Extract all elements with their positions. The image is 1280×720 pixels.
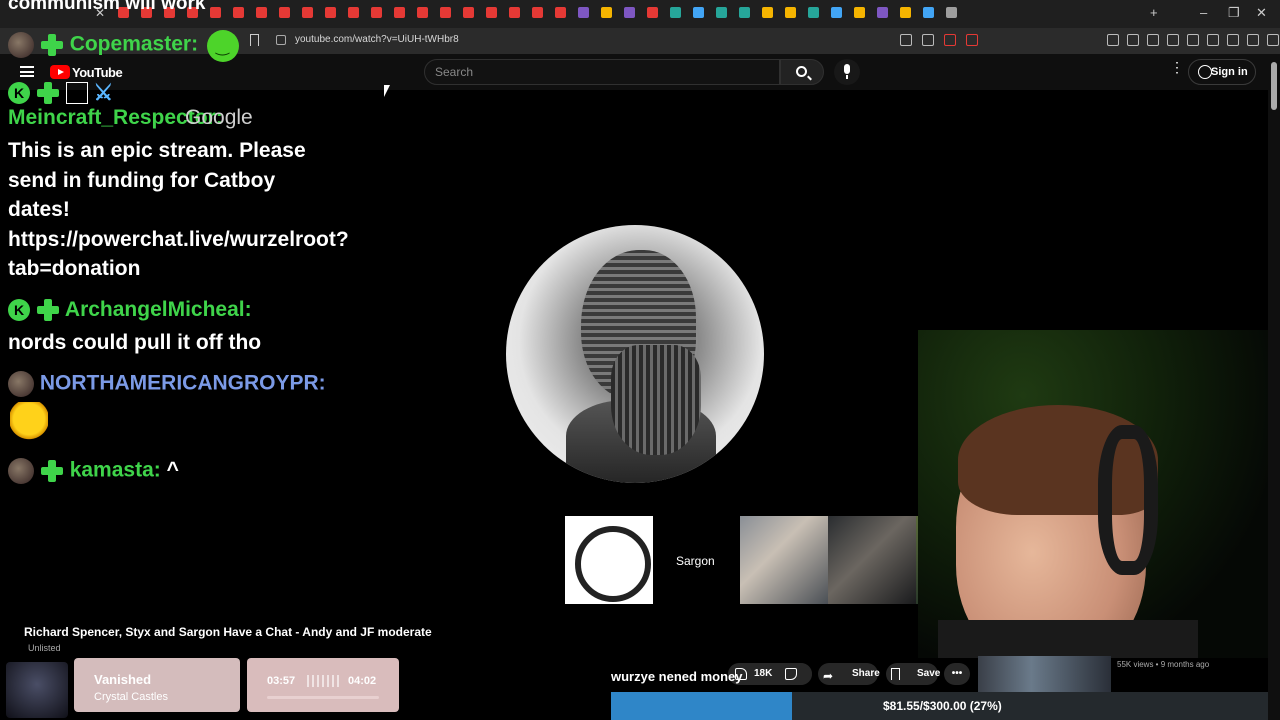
k-badge-icon: K (8, 299, 30, 322)
chat-username: NORTHAMERICANGROYPR: (39, 371, 326, 395)
youtube-header: YouTube ⋮ Sign in (0, 54, 1268, 90)
extension-icons[interactable] (1107, 34, 1280, 46)
song-title: Vanished (94, 672, 152, 687)
search-icon (796, 66, 807, 77)
new-tab-icon[interactable]: + (1150, 5, 1158, 20)
chat-message: K ArchangelMicheal: (8, 298, 252, 322)
chat-message-text: ^ (166, 458, 179, 482)
stream-title-overlay: communism will work (8, 0, 206, 14)
more-options-icon[interactable]: ⋮ (1170, 60, 1184, 74)
sign-in-button[interactable]: Sign in (1188, 59, 1256, 85)
participant-label: Sargon (676, 554, 715, 568)
video-views-meta: 55K views • 9 months ago (1117, 660, 1210, 669)
chat-badges: K ⚔ (8, 80, 113, 106)
chat-username: Copemaster: (69, 32, 199, 56)
broken-image-icon (65, 82, 88, 104)
sword-icon: ⚔ (93, 80, 114, 105)
k-badge-icon: K (8, 82, 30, 104)
plus-badge-icon (36, 81, 60, 105)
mouse-cursor-icon (384, 85, 396, 97)
search-button[interactable] (780, 59, 824, 85)
recommended-video-thumbnail[interactable] (978, 656, 1111, 692)
address-bar-actions[interactable] (900, 34, 978, 46)
plus-badge-icon (36, 298, 60, 322)
more-actions-button[interactable]: ••• (944, 663, 970, 685)
streamer-webcam (918, 330, 1268, 658)
chat-message-text: This is an epic stream. Please send in f… (8, 139, 349, 280)
page-scrollbar[interactable] (1268, 54, 1280, 720)
song-total-time: 04:02 (348, 675, 377, 687)
pinned-tab-icons[interactable] (118, 7, 957, 18)
equalizer-icon (307, 675, 339, 687)
video-title: Richard Spencer, Styx and Sargon Have a … (24, 625, 432, 639)
donation-goal-fill (611, 692, 792, 720)
close-window-icon[interactable]: ✕ (1256, 5, 1267, 21)
chat-message: NORTHAMERICANGROYPR: (8, 371, 326, 397)
maximize-icon[interactable]: ❐ (1228, 5, 1240, 21)
voice-search-button[interactable] (834, 59, 860, 85)
avatar (8, 32, 34, 58)
donation-goal-text: $81.55/$300.00 (27%) (883, 699, 1002, 713)
plus-badge-icon (40, 33, 64, 57)
participant-camera-thumbnail (828, 516, 916, 604)
share-icon: ➦ (823, 669, 834, 683)
site-info-icon[interactable] (276, 35, 286, 45)
chat-message: kamasta: ^ (8, 458, 179, 484)
minimize-icon[interactable]: – (1200, 5, 1207, 20)
avatar (8, 371, 34, 397)
chat-message-text: nords could pull it off tho (8, 331, 262, 354)
donation-message: wurzye nened money (611, 669, 743, 684)
url-text[interactable]: youtube.com/watch?v=UiUH-tWHbr8 (295, 34, 459, 45)
chat-username: ArchangelMicheal: (64, 298, 252, 321)
google-logo-overlay: Google (185, 106, 253, 129)
plus-badge-icon (40, 459, 64, 483)
song-elapsed-time: 03:57 (267, 675, 296, 687)
participant-ouroboros-thumbnail (565, 516, 653, 604)
youtube-logo-text[interactable]: YouTube (72, 65, 123, 80)
video-portrait-image (506, 225, 764, 483)
green-smile-emote-icon (207, 30, 239, 62)
chat-username: kamasta: (69, 458, 161, 482)
chat-message: Copemaster: (8, 32, 198, 58)
song-progress-bar (267, 696, 379, 699)
menu-icon[interactable] (20, 66, 34, 77)
save-icon (891, 668, 900, 680)
participant-camera-thumbnail (740, 516, 828, 604)
duck-emote-icon (10, 402, 48, 440)
avatar (8, 458, 34, 484)
search-input[interactable] (424, 59, 780, 85)
thumbs-down-icon (785, 668, 797, 680)
music-album-art (6, 662, 68, 718)
bookmark-icon[interactable] (250, 34, 259, 46)
scrollbar-thumb[interactable] (1271, 62, 1277, 110)
youtube-logo-icon[interactable] (50, 65, 70, 79)
unlisted-badge: Unlisted (28, 643, 61, 653)
song-artist: Crystal Castles (94, 691, 168, 703)
